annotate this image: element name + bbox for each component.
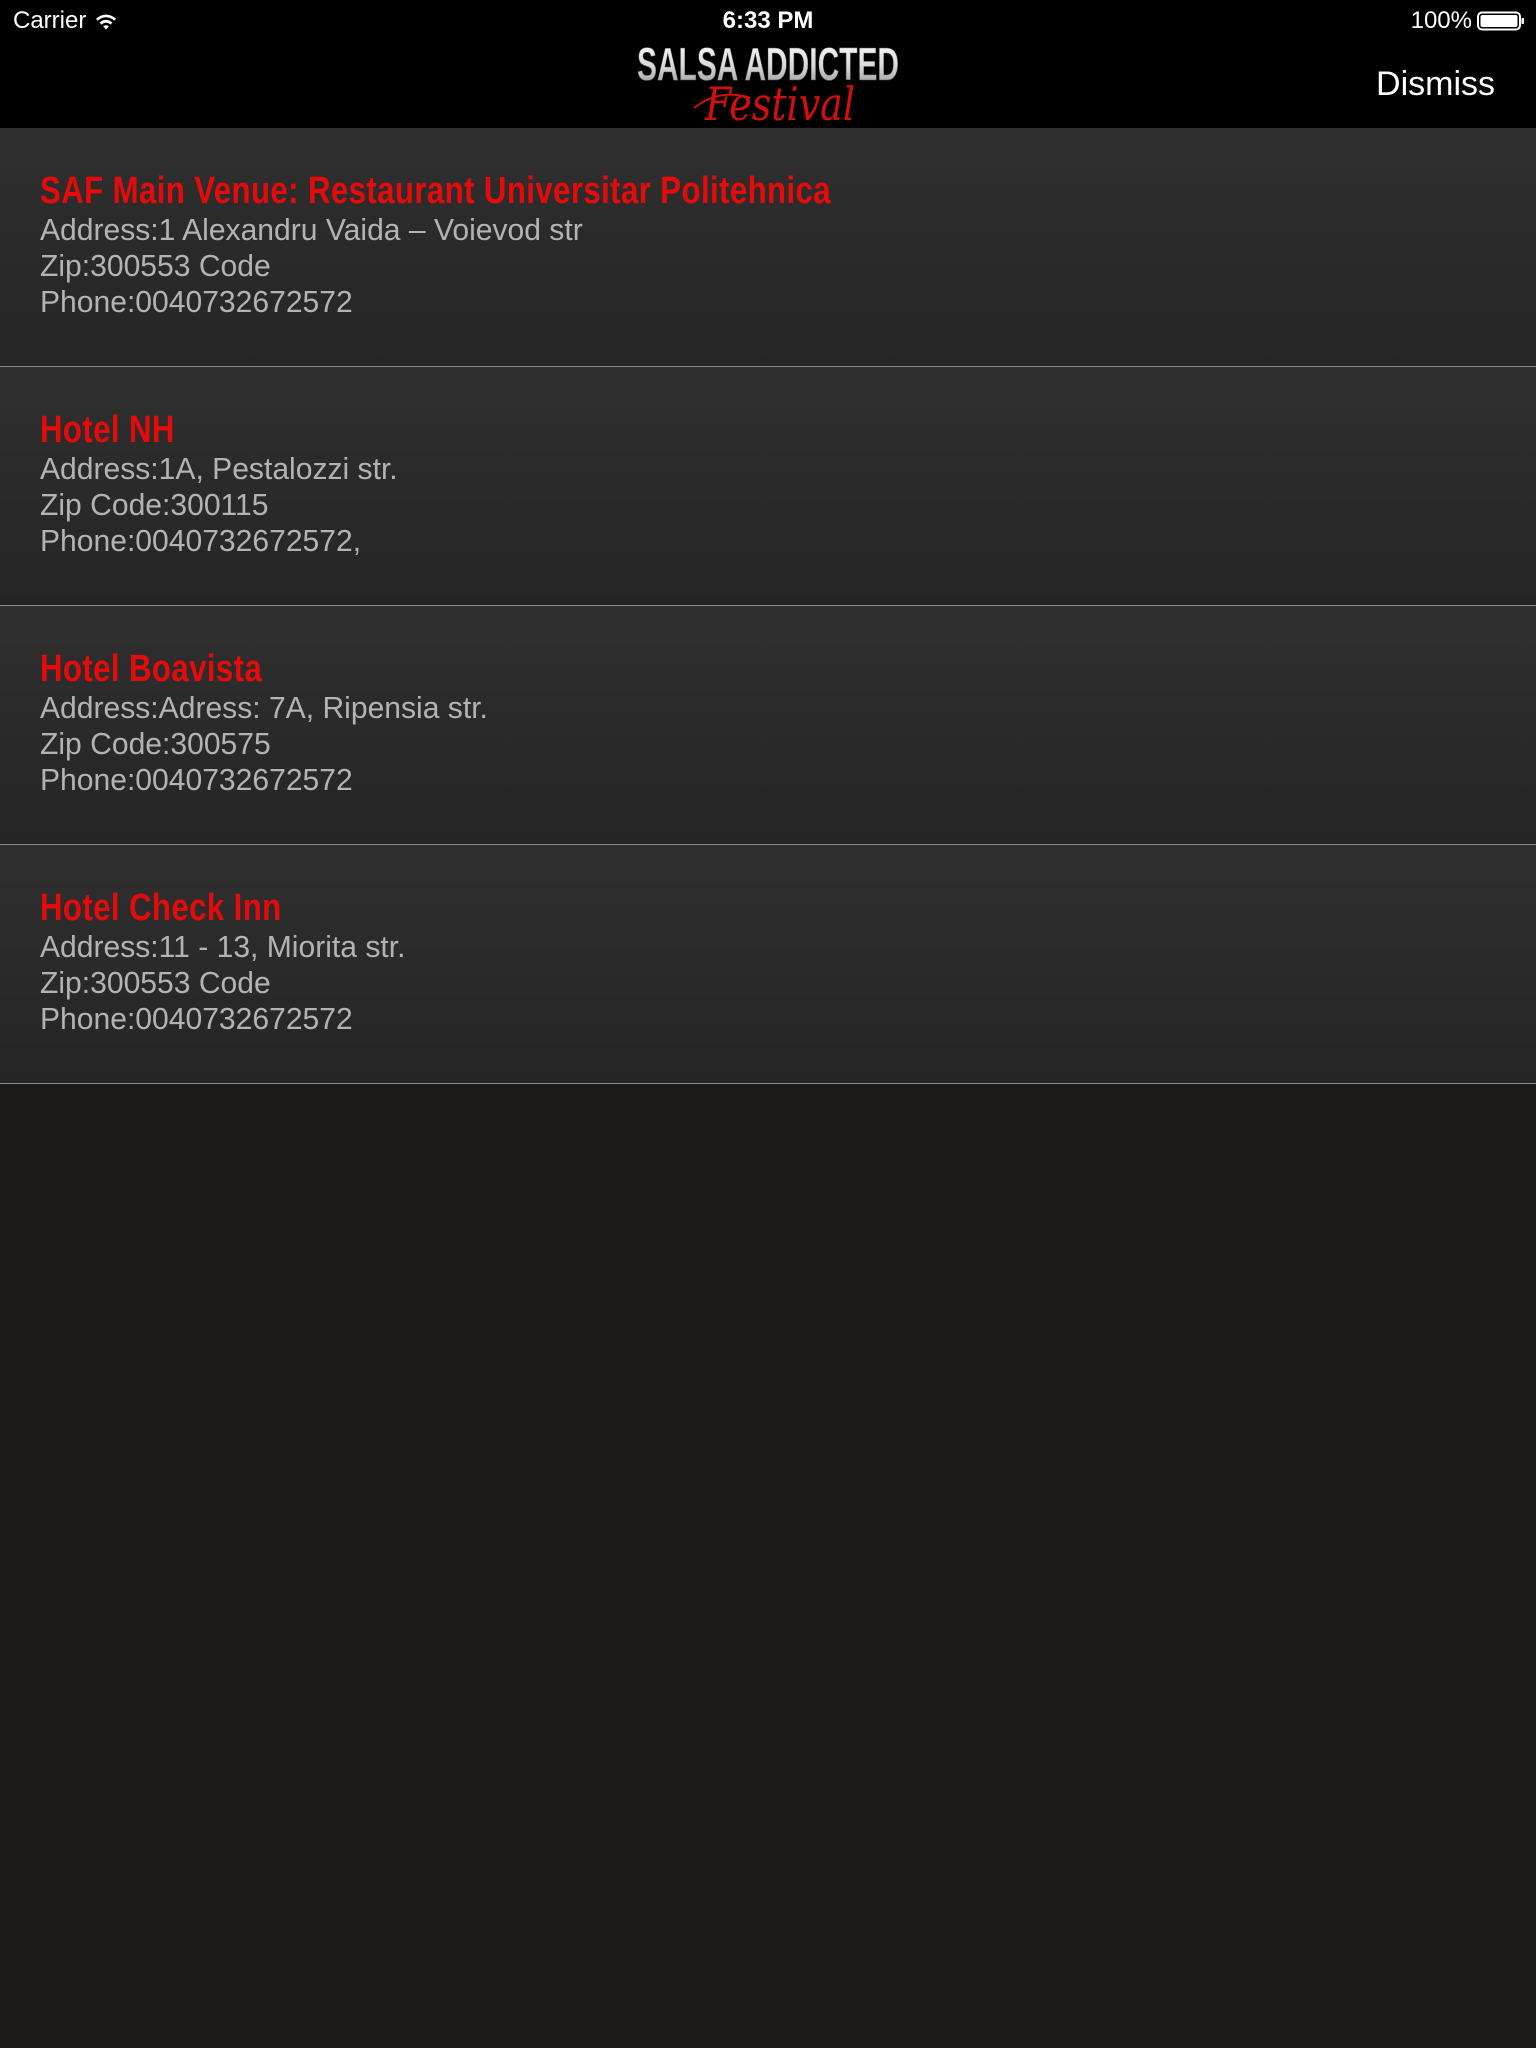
venue-zip: Zip Code:300115: [40, 487, 269, 522]
venue-name: Hotel Check Inn: [40, 887, 282, 929]
venue-item[interactable]: SAF Main Venue: Restaurant Universitar P…: [0, 128, 1536, 367]
venue-zip: Zip:300553 Code: [40, 965, 271, 1000]
venue-address: Address:1 Alexandru Vaida – Voievod str: [40, 212, 583, 247]
status-bar-time: 6:33 PM: [722, 7, 814, 34]
venue-phone: Phone:0040732672572: [40, 284, 353, 319]
venue-name: Hotel Boavista: [40, 648, 263, 690]
status-bar-battery: 100%: [1411, 4, 1525, 38]
venue-zip: Zip Code:300575: [40, 726, 271, 761]
venue-item[interactable]: Hotel Check Inn Address:11 - 13, Miorita…: [0, 845, 1536, 1084]
logo-festival-text: Festival: [704, 77, 855, 126]
navigation-bar: Carrier 6:33 PM 100% SALSA ADDICTED Fest…: [0, 0, 1536, 128]
venue-phone: Phone:0040732672572: [40, 1001, 353, 1036]
venue-phone: Phone:0040732672572: [40, 762, 353, 797]
venue-zip: Zip:300553 Code: [40, 248, 271, 283]
salsa-addicted-festival-logo: SALSA ADDICTED Festival: [637, 38, 900, 126]
venue-phone: Phone:0040732672572,: [40, 523, 362, 558]
battery-icon: [1477, 11, 1524, 31]
venue-item[interactable]: Hotel NH Address:1A, Pestalozzi str. Zip…: [0, 367, 1536, 606]
venue-name: Hotel NH: [40, 409, 175, 451]
venue-address: Address:1A, Pestalozzi str.: [40, 451, 398, 486]
venue-name: SAF Main Venue: Restaurant Universitar P…: [40, 170, 832, 212]
venue-address: Address:Adress: 7A, Ripensia str.: [40, 690, 488, 725]
battery-percent: 100%: [1410, 7, 1472, 34]
venue-address: Address:11 - 13, Miorita str.: [40, 929, 406, 964]
dismiss-button[interactable]: Dismiss: [1376, 60, 1495, 108]
venue-item[interactable]: Hotel Boavista Address:Adress: 7A, Ripen…: [0, 606, 1536, 845]
venue-list: SAF Main Venue: Restaurant Universitar P…: [0, 128, 1536, 1084]
